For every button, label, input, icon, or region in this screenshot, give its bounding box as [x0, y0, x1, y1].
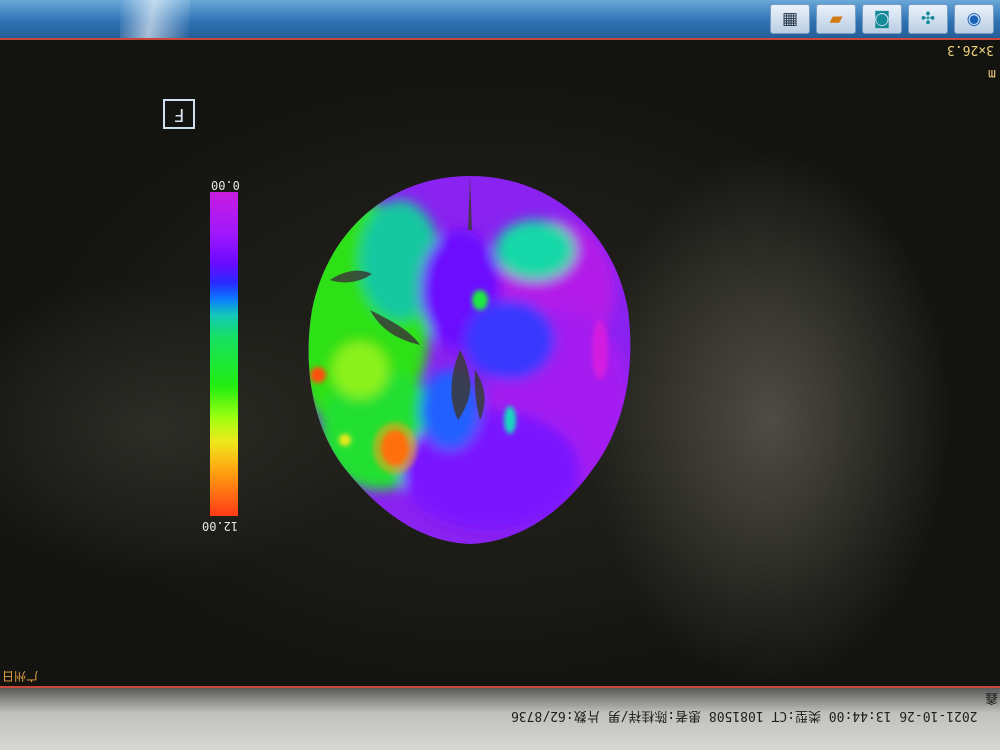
- calculator-icon[interactable]: ▦: [770, 4, 810, 34]
- color-scale-bar: [210, 192, 238, 516]
- settings-icon[interactable]: ◙: [862, 4, 902, 34]
- browser-icon[interactable]: ◉: [954, 4, 994, 34]
- orientation-letter: F: [173, 104, 185, 125]
- study-info-line: 2021-10-26 13:44:00 类型:CT 1081508 患者:陈桂祥…: [511, 708, 978, 723]
- brain-perfusion-map: [308, 176, 631, 544]
- unit-label: m: [988, 66, 996, 81]
- matrix-size-label: 3×26.3: [947, 42, 994, 57]
- system-tray: ▦ ▰ ◙ ✣ ◉: [770, 4, 994, 34]
- scale-top-value: 0.00: [211, 178, 240, 192]
- taskbar: ▦ ▰ ◙ ✣ ◉: [0, 0, 1000, 40]
- tools-icon[interactable]: ✣: [908, 4, 948, 34]
- hospital-label: 广州日: [2, 669, 39, 683]
- scale-bottom-value: 12.00: [202, 519, 239, 533]
- folder-icon[interactable]: ▰: [816, 4, 856, 34]
- orientation-marker[interactable]: F: [163, 99, 195, 129]
- corner-label: 鑫: [984, 690, 998, 705]
- screen-glare: [120, 0, 190, 38]
